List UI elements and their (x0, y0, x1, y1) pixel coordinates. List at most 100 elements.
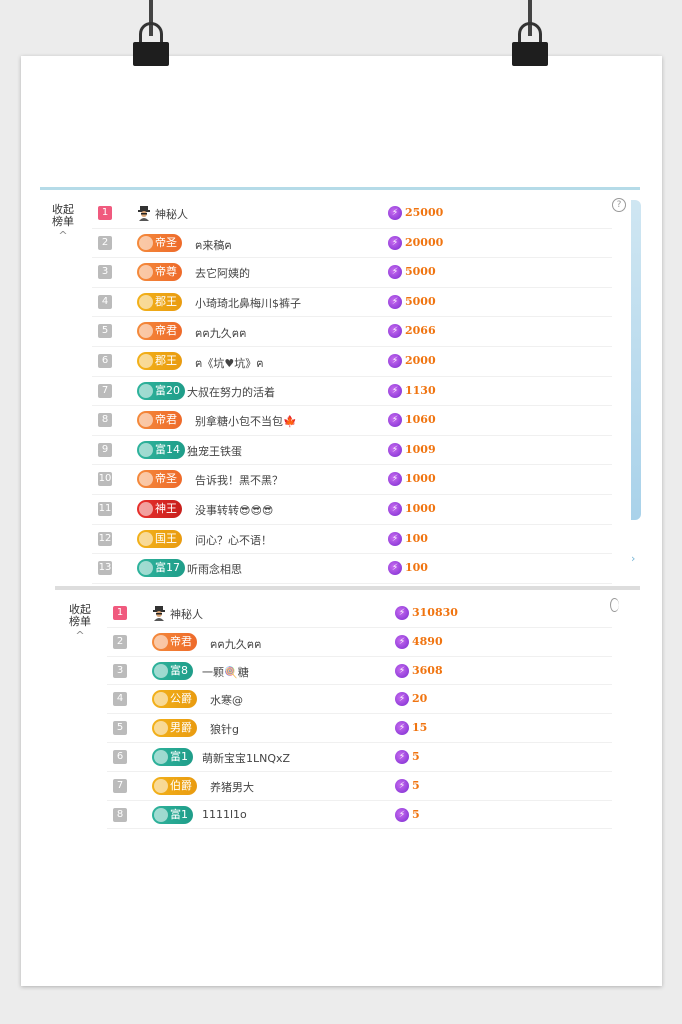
level-badge: 帝圣 (137, 233, 182, 252)
user-name[interactable]: 听雨念相思 (187, 561, 242, 577)
leaderboard-panel-1: 收起榜单 ^ ? 1 神秘人 ⚡ 25000 2 帝圣 ฅ来稿ฅ ⚡ 20000 3 帝尊 去它阿姨的… (40, 187, 641, 590)
energy-icon: ⚡ (388, 413, 402, 428)
level-badge: 帝君 (152, 632, 197, 651)
leaderboard-row[interactable]: 6 富1 萌新宝宝1LNQxZ ⚡ 5 (107, 743, 612, 772)
score-value: 25000 (405, 206, 444, 219)
score-value: 1000 (405, 502, 436, 515)
rank-number: 6 (113, 750, 127, 764)
leaderboard-row[interactable]: 2 帝君 ฅฅ九久ฅฅ ⚡ 4890 (107, 628, 612, 657)
user-name[interactable]: 一颗🍭糖 (202, 664, 249, 680)
level-badge: 富1 (152, 748, 193, 766)
score-value: 310830 (412, 606, 458, 619)
level-badge: 帝圣 (137, 470, 182, 489)
chevron-up-icon: ^ (75, 629, 85, 642)
panel-side-decoration (631, 200, 641, 520)
energy-icon: ⚡ (388, 531, 402, 546)
score-value: 3608 (412, 663, 443, 677)
rank-number: 6 (98, 354, 112, 368)
energy-icon: ⚡ (388, 324, 402, 339)
user-name[interactable]: 养猪男大 (210, 779, 254, 795)
mystery-person-icon (138, 206, 150, 221)
leaderboard-row[interactable]: 1 神秘人 ⚡ 25000 (92, 199, 612, 229)
user-name[interactable]: 神秘人 (155, 206, 188, 222)
level-badge: 国王 (137, 529, 182, 548)
rank-number: 9 (98, 442, 112, 457)
rank-number: 5 (98, 324, 112, 339)
leaderboard-row[interactable]: 10 帝圣 告诉我！黑不黑？ ⚡ 1000 (92, 465, 612, 495)
level-badge: 男爵 (152, 719, 197, 738)
leaderboard-row[interactable]: 8 富1 1111l1o ⚡ 5 (107, 801, 612, 830)
energy-icon: ⚡ (395, 692, 409, 707)
rank-number: 2 (113, 634, 127, 649)
user-name[interactable]: 别拿糖小包不当包🍁 (195, 413, 297, 429)
user-name[interactable]: 小琦琦北鼻梅川$裤子 (195, 295, 301, 311)
rank-number: 3 (98, 265, 112, 280)
leaderboard-row[interactable]: 7 伯爵 养猪男大 ⚡ 5 (107, 772, 612, 801)
level-badge: 伯爵 (152, 776, 197, 795)
energy-icon: ⚡ (388, 235, 402, 250)
score-value: 1060 (405, 413, 436, 427)
score-value: 1130 (405, 383, 436, 397)
user-name[interactable]: 去它阿姨的 (195, 265, 250, 281)
energy-icon: ⚡ (395, 606, 409, 620)
rank-number: 11 (98, 502, 112, 516)
user-name[interactable]: ฅ来稿ฅ (195, 236, 232, 254)
leaderboard-row[interactable]: 4 郡王 小琦琦北鼻梅川$裤子 ⚡ 5000 (92, 288, 612, 318)
energy-icon: ⚡ (395, 721, 409, 736)
user-name[interactable]: 独宠王铁蛋 (187, 443, 242, 459)
user-name[interactable]: 告诉我！黑不黑？ (195, 472, 283, 488)
collapse-leaderboard-button[interactable]: 收起榜单 ^ (50, 204, 76, 242)
leaderboard-row[interactable]: 3 帝尊 去它阿姨的 ⚡ 5000 (92, 258, 612, 288)
level-badge: 郡王 (137, 352, 182, 370)
leaderboard-row[interactable]: 11 神王 没事转转😎😎😎 ⚡ 1000 (92, 495, 612, 525)
rank-number: 8 (98, 413, 112, 428)
leaderboard-row[interactable]: 8 帝君 别拿糖小包不当包🍁 ⚡ 1060 (92, 406, 612, 436)
score-value: 15 (412, 721, 428, 735)
user-name[interactable]: 萌新宝宝1LNQxZ (202, 750, 290, 766)
rank-number: 4 (113, 692, 127, 707)
leaderboard-row[interactable]: 3 富8 一颗🍭糖 ⚡ 3608 (107, 657, 612, 686)
user-name[interactable]: 水寒@ (210, 692, 243, 708)
leaderboard-row[interactable]: 2 帝圣 ฅ来稿ฅ ⚡ 20000 (92, 229, 612, 259)
level-badge: 富8 (152, 661, 193, 680)
leaderboard-row[interactable]: 5 帝君 ฅฅ九久ฅฅ ⚡ 2066 (92, 317, 612, 347)
user-name[interactable]: 狼针g (210, 721, 239, 737)
leaderboard-row[interactable]: 13 富17 听雨念相思 ⚡ 100 (92, 554, 612, 584)
user-name[interactable]: 神秘人 (170, 606, 203, 622)
leaderboard-row[interactable]: 9 富14 独宠王铁蛋 ⚡ 1009 (92, 436, 612, 466)
user-name[interactable]: 没事转转😎😎😎 (195, 502, 273, 518)
leaderboard-row[interactable]: 6 郡王 ฅ《坑♥坑》ฅ ⚡ 2000 (92, 347, 612, 377)
score-value: 100 (405, 561, 428, 575)
collapse-leaderboard-button[interactable]: 收起榜单 ^ (67, 604, 93, 642)
user-name[interactable]: 大叔在努力的活着 (187, 384, 275, 400)
level-badge: 富17 (137, 559, 185, 578)
leaderboard-panel-2: 收起榜单 ^ 1 神秘人 ⚡ 310830 2 帝君 ฅฅ九久ฅฅ ⚡ 4890 3 富8 一颗🍭糖 ⚡… (55, 586, 640, 830)
score-value: 20000 (405, 235, 444, 249)
leaderboard-row[interactable]: 12 国王 问心？心不语！ ⚡ 100 (92, 525, 612, 555)
level-badge: 郡王 (137, 292, 182, 311)
leaderboard-row[interactable]: 5 男爵 狼针g ⚡ 15 (107, 714, 612, 743)
score-value: 1000 (405, 472, 436, 486)
leaderboard-row[interactable]: 7 富20 大叔在努力的活着 ⚡ 1130 (92, 377, 612, 407)
help-icon[interactable]: ? (612, 198, 626, 212)
user-name[interactable]: 1111l1o (202, 808, 247, 821)
leaderboard-row[interactable]: 4 公爵 水寒@ ⚡ 20 (107, 685, 612, 715)
rank-number: 1 (113, 606, 127, 620)
next-arrow-icon[interactable]: › (631, 552, 635, 565)
energy-icon: ⚡ (388, 206, 402, 220)
leaderboard-row[interactable]: 1 神秘人 ⚡ 310830 (107, 599, 612, 628)
user-name[interactable]: ฅ《坑♥坑》ฅ (195, 354, 264, 372)
rank-number: 4 (98, 294, 112, 309)
user-name[interactable]: ฅฅ九久ฅฅ (210, 635, 261, 653)
energy-icon: ⚡ (388, 383, 402, 398)
rank-number: 3 (113, 663, 127, 678)
rank-number: 5 (113, 721, 127, 736)
energy-icon: ⚡ (388, 561, 402, 576)
energy-icon: ⚡ (388, 442, 402, 457)
user-name[interactable]: ฅฅ九久ฅฅ (195, 324, 246, 342)
level-badge: 富14 (137, 440, 185, 459)
energy-icon: ⚡ (388, 265, 402, 280)
level-badge: 帝君 (137, 322, 182, 341)
energy-icon: ⚡ (395, 663, 409, 678)
user-name[interactable]: 问心？心不语！ (195, 532, 272, 548)
